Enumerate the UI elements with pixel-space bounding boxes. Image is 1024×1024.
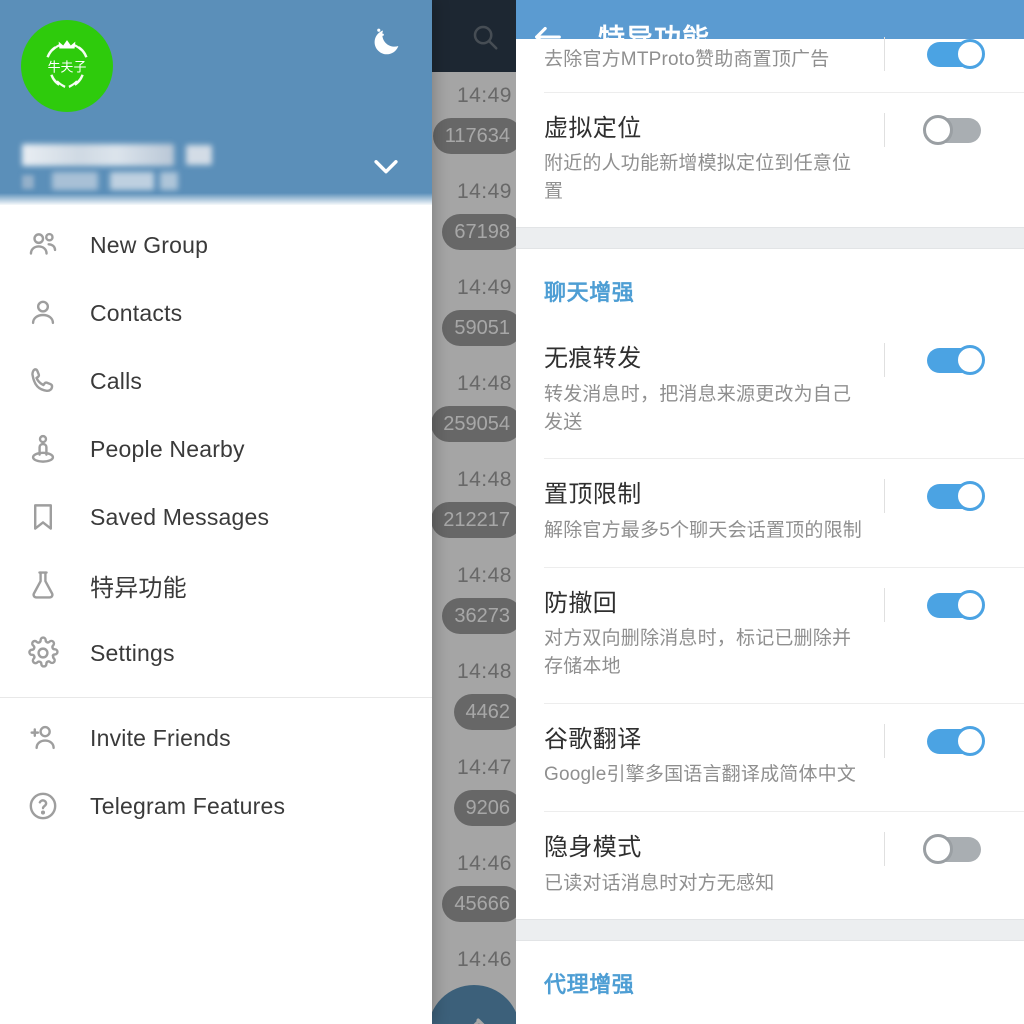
svg-text:牛夫子: 牛夫子 (48, 60, 87, 75)
drawer-item-people-nearby[interactable]: People Nearby (0, 415, 432, 483)
people-nearby-icon (26, 432, 76, 466)
setting-row[interactable]: 去除官方MTProto赞助商置顶广告 (516, 39, 1024, 92)
section-heading: 聊天增强 (544, 280, 635, 306)
drawer-item-settings[interactable]: Settings (0, 619, 432, 687)
setting-subtitle: 转发消息时，把消息来源更改为自己发送 (544, 384, 852, 433)
drawer-item-calls[interactable]: Calls (0, 347, 432, 415)
setting-row-texts: 置顶限制解除官方最多5个聊天会话置顶的限制 (544, 481, 884, 544)
account-phone-redacted-b (52, 172, 98, 190)
account-phone-redacted-a (22, 175, 34, 189)
drawer-item-new-group[interactable]: New Group (0, 211, 432, 279)
setting-subtitle: 去除官方MTProto赞助商置顶广告 (544, 49, 830, 70)
setting-row-texts: 去除官方MTProto赞助商置顶广告 (544, 39, 884, 74)
setting-row-texts: 防撤回对方双向删除消息时，标记已删除并存储本地 (544, 590, 884, 681)
setting-row-control (884, 345, 1024, 376)
toggle-switch[interactable] (923, 114, 985, 145)
drawer-header: 牛夫子 (0, 0, 432, 205)
saved-messages-icon (26, 500, 76, 534)
settings-scroll-area[interactable]: 去除官方MTProto赞助商置顶广告虚拟定位附近的人功能新增模拟定位到任意位置聊… (516, 39, 1024, 1024)
setting-title: 无痕转发 (544, 345, 642, 373)
setting-row-control (884, 833, 1024, 864)
avatar[interactable]: 牛夫子 (21, 20, 113, 112)
setting-row-control (884, 589, 1024, 620)
toggle-switch[interactable] (923, 39, 985, 69)
drawer-item-label: Calls (90, 367, 143, 394)
account-name-redacted-2 (186, 145, 212, 165)
drawer-item-label: Saved Messages (90, 503, 270, 530)
setting-row[interactable]: 无痕转发转发消息时，把消息来源更改为自己发送 (516, 323, 1024, 459)
drawer-item-label: Settings (90, 639, 175, 666)
setting-subtitle: 对方双向删除消息时，标记已删除并存储本地 (544, 628, 852, 678)
navigation-drawer: 牛夫子 New Group Contacts Calls People Near… (0, 0, 432, 1024)
setting-row[interactable]: 隐身模式已读对话消息时对方无感知 (516, 811, 1024, 920)
setting-row[interactable]: 防撤回对方双向删除消息时，标记已删除并存储本地 (516, 567, 1024, 703)
drawer-item-label: New Group (90, 231, 209, 258)
setting-row-texts: 虚拟定位附近的人功能新增模拟定位到任意位置 (544, 115, 884, 206)
setting-title: 虚拟定位 (544, 114, 642, 142)
drawer-item-label: Contacts (90, 299, 183, 326)
chevron-down-icon[interactable] (364, 148, 408, 184)
setting-row-control (884, 481, 1024, 512)
account-name-redacted (22, 144, 174, 166)
setting-row-texts: 无痕转发转发消息时，把消息来源更改为自己发送 (544, 345, 884, 436)
calls-icon (26, 364, 76, 398)
header-fade (0, 193, 432, 205)
help-circle-icon (26, 789, 76, 823)
settings-panel: 特异功能 去除官方MTProto赞助商置顶广告虚拟定位附近的人功能新增模拟定位到… (516, 0, 1024, 1024)
drawer-item-telegram-features[interactable]: Telegram Features (0, 772, 432, 840)
setting-row-texts: 隐身模式已读对话消息时对方无感知 (544, 834, 884, 897)
drawer-item-label: Telegram Features (90, 792, 286, 819)
setting-row-control (884, 39, 1024, 69)
setting-subtitle: 解除官方最多5个聊天会话置顶的限制 (544, 520, 862, 542)
setting-row[interactable]: 谷歌翻译 Google引擎多国语言翻译成简体中文 (516, 703, 1024, 811)
toggle-switch[interactable] (923, 481, 985, 512)
toggle-switch[interactable] (923, 589, 985, 620)
drawer-item-label: 特异功能 (90, 574, 187, 602)
setting-subtitle: Google引擎多国语言翻译成简体中文 (544, 764, 857, 786)
contacts-icon (26, 296, 76, 330)
settings-gear-icon (26, 636, 76, 670)
toggle-switch[interactable] (923, 345, 985, 376)
flask-icon (26, 568, 76, 602)
setting-title: 置顶限制 (544, 481, 642, 509)
setting-title: 防撤回 (544, 589, 618, 617)
drawer-item-contacts[interactable]: Contacts (0, 279, 432, 347)
setting-title: 谷歌翻译 (544, 725, 642, 753)
invite-friends-icon (26, 721, 76, 755)
setting-row-control (884, 725, 1024, 756)
drawer-divider (0, 697, 432, 698)
toggle-switch[interactable] (923, 833, 985, 864)
account-phone-redacted-c (110, 172, 154, 190)
drawer-item-特异功能[interactable]: 特异功能 (0, 551, 432, 619)
setting-row[interactable]: 虚拟定位附近的人功能新增模拟定位到任意位置 (516, 92, 1024, 228)
section-gap (516, 919, 1024, 942)
account-phone-redacted-d (160, 172, 178, 190)
setting-row-control (884, 114, 1024, 145)
setting-subtitle: 附近的人功能新增模拟定位到任意位置 (544, 153, 852, 202)
drawer-item-label: People Nearby (90, 435, 245, 462)
section-heading: 代理增强 (544, 972, 635, 998)
toggle-switch[interactable] (923, 725, 985, 756)
setting-subtitle: 已读对话消息时对方无感知 (544, 872, 775, 894)
section-gap (516, 227, 1024, 250)
setting-row[interactable]: 公益MTProto自动同步免费公益Telegtam代理 (516, 1015, 1024, 1024)
drawer-item-label: Invite Friends (90, 724, 231, 751)
setting-row-texts: 谷歌翻译 Google引擎多国语言翻译成简体中文 (544, 726, 884, 789)
new-group-icon (26, 228, 76, 262)
moon-icon[interactable] (364, 18, 410, 64)
setting-title: 隐身模式 (544, 833, 642, 861)
drawer-menu: New Group Contacts Calls People Nearby Saved… (0, 205, 432, 840)
drawer-item-saved-messages[interactable]: Saved Messages (0, 483, 432, 551)
setting-row[interactable]: 置顶限制解除官方最多5个聊天会话置顶的限制 (516, 459, 1024, 567)
drawer-item-invite-friends[interactable]: Invite Friends (0, 704, 432, 772)
